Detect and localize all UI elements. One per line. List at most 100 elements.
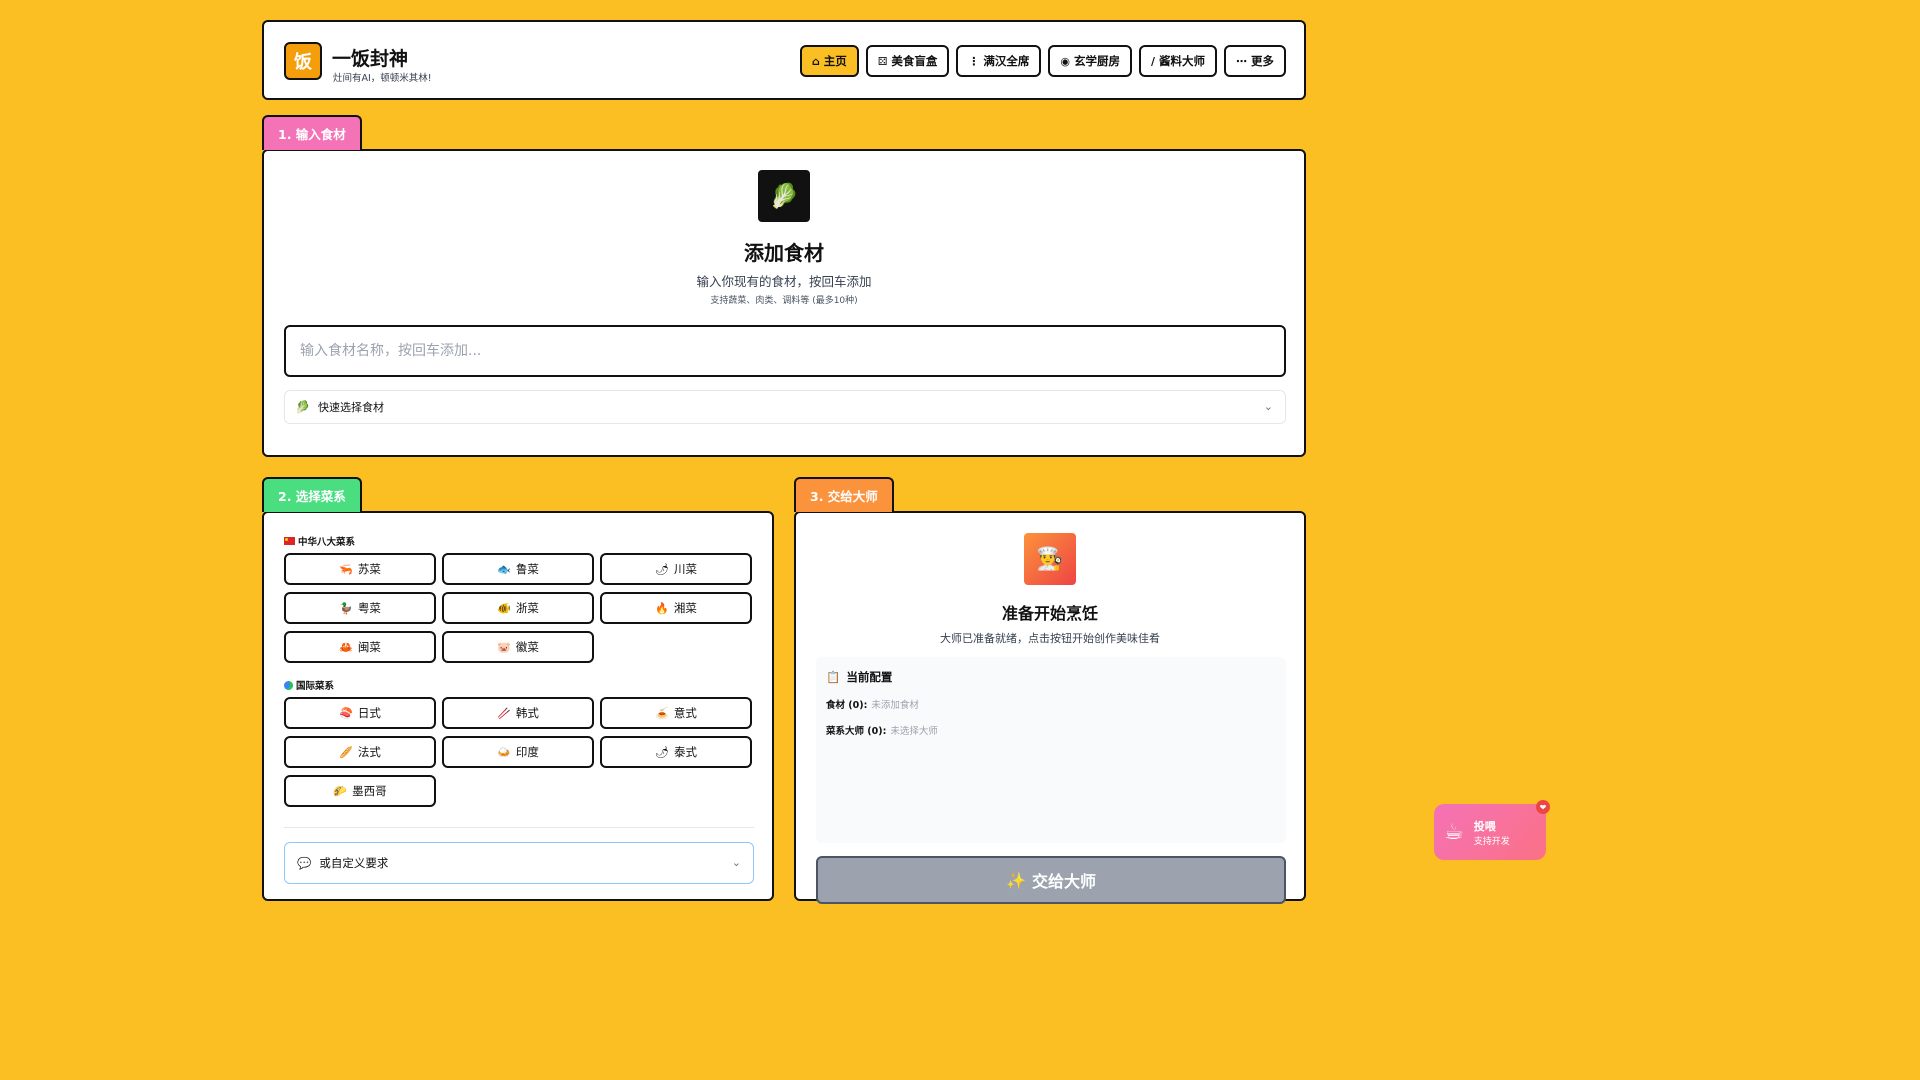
cuisine-label: 闽菜 — [357, 640, 381, 654]
step3-tab: 3. 交给大师 — [794, 477, 894, 512]
baguette-icon: 🥖 — [339, 745, 353, 759]
hand-to-master-button[interactable]: ✨ 交给大师 — [816, 856, 1286, 904]
current-config-box: 📋 当前配置 食材 (0): 未添加食材 菜系大师 (0): 未选择大师 — [816, 657, 1286, 843]
config-masters-value: 未选择大师 — [890, 726, 938, 737]
taco-icon: 🌮 — [333, 784, 348, 798]
duck-icon: 🦆 — [339, 601, 353, 615]
sparkles-icon: ✨ — [1006, 870, 1026, 890]
cuisine-french-button[interactable]: 🥖 法式 — [284, 736, 436, 768]
cuisine-mexican-button[interactable]: 🌮 墨西哥 — [284, 775, 436, 807]
home-icon: ⌂ — [811, 54, 820, 68]
app-logo: 饭 — [284, 42, 322, 80]
cuisine-label: 印度 — [515, 745, 539, 759]
chinese-cuisine-grid: 🦐 苏菜 🐟 鲁菜 🌶 川菜 🦆 粤菜 🐠 浙菜 🔥 湘菜 🦀 闽菜 🐷 徽菜 — [284, 553, 752, 663]
fish-icon: 🐟 — [497, 562, 511, 576]
spoon-icon: ∕ — [1150, 54, 1155, 68]
section-label-text: 中华八大菜系 — [298, 537, 356, 548]
international-cuisine-grid: 🍣 日式 🥢 韩式 🍝 意式 🥖 法式 🍛 印度 🌶 泰式 🌮 墨西哥 — [284, 697, 752, 807]
cooking-title: 准备开始烹饪 — [1001, 604, 1098, 623]
nav-label: 玄学厨房 — [1073, 54, 1120, 68]
cuisine-label: 法式 — [357, 745, 381, 759]
cuisine-label: 徽菜 — [515, 640, 539, 654]
cuisine-japanese-button[interactable]: 🍣 日式 — [284, 697, 436, 729]
hand-to-master-label: 交给大师 — [1031, 872, 1096, 891]
chevron-down-icon: ⌄ — [1263, 400, 1273, 413]
donate-widget[interactable]: ☕ 投喂 支持开发 ❤ — [1434, 800, 1550, 860]
cuisine-lu-button[interactable]: 🐟 鲁菜 — [442, 553, 594, 585]
speech-bubble-icon: 💬 — [297, 856, 312, 870]
nav-label: 美食盲盒 — [891, 54, 938, 68]
custom-requirement-select[interactable]: 💬 或自定义要求 ⌄ — [284, 842, 754, 884]
chevron-down-icon: ⌄ — [731, 856, 741, 869]
lettuce-icon: 🥬 — [295, 400, 310, 414]
cuisine-su-button[interactable]: 🦐 苏菜 — [284, 553, 436, 585]
cuisine-zhe-button[interactable]: 🐠 浙菜 — [442, 592, 594, 624]
nav-label: 满汉全席 — [983, 54, 1030, 68]
donate-subtitle: 支持开发 — [1473, 836, 1510, 847]
ingredients-subtitle: 输入你现有的食材，按回车添加 — [696, 274, 872, 289]
nav-label: 酱料大师 — [1159, 54, 1205, 68]
nav-mystic-kitchen-button[interactable]: ◉ 玄学厨房 — [1048, 45, 1132, 77]
crystal-ball-icon: ◉ — [1060, 54, 1070, 68]
cuisine-label: 鲁菜 — [515, 562, 539, 576]
main-nav: ⌂ 主页 ⚄ 美食盲盒 ⋮ 满汉全席 ◉ 玄学厨房 ∕ 酱料大师 ⋯ 更多 — [799, 45, 1286, 77]
nav-more-button[interactable]: ⋯ 更多 — [1224, 45, 1286, 77]
clipboard-icon: 📋 — [826, 670, 841, 684]
cuisine-hui-button[interactable]: 🐷 徽菜 — [442, 631, 594, 663]
config-title-text: 当前配置 — [846, 670, 893, 684]
cuisine-label: 意式 — [673, 706, 697, 720]
ingredients-panel: 🥬 添加食材 输入你现有的食材，按回车添加 支持蔬菜、肉类、调料等 (最多10种… — [262, 149, 1306, 457]
china-flag-icon — [284, 537, 295, 545]
nav-feast-button[interactable]: ⋮ 满汉全席 — [956, 45, 1042, 77]
curry-icon: 🍛 — [497, 745, 511, 759]
cuisine-chuan-button[interactable]: 🌶 川菜 — [600, 553, 752, 585]
ingredients-hint: 支持蔬菜、肉类、调料等 (最多10种) — [710, 296, 858, 306]
heart-icon: ❤ — [1536, 800, 1550, 814]
custom-requirement-label: 或自定义要求 — [319, 856, 389, 870]
app-title: 一饭封神 — [332, 48, 409, 70]
cuisine-label: 川菜 — [673, 562, 697, 576]
nav-blindbox-button[interactable]: ⚄ 美食盲盒 — [865, 45, 950, 77]
nav-label: 主页 — [823, 54, 847, 68]
nav-home-button[interactable]: ⌂ 主页 — [799, 45, 859, 77]
cuisine-label: 泰式 — [673, 745, 697, 759]
crab-icon: 🦀 — [339, 640, 353, 654]
pig-icon: 🐷 — [497, 640, 511, 654]
ingredient-input[interactable] — [284, 325, 1286, 377]
cooking-subtitle: 大师已准备就绪，点击按钮开始创作美味佳肴 — [940, 632, 1160, 645]
config-masters-label: 菜系大师 (0): — [826, 726, 887, 737]
quick-select-label: 快速选择食材 — [317, 401, 384, 414]
app-subtitle: 灶间有AI，顿顿米其林! — [333, 73, 432, 84]
cuisine-label: 韩式 — [515, 706, 539, 720]
cuisine-min-button[interactable]: 🦀 闽菜 — [284, 631, 436, 663]
quick-select-ingredients[interactable]: 🥬 快速选择食材 ⌄ — [284, 390, 1286, 424]
cuisine-italian-button[interactable]: 🍝 意式 — [600, 697, 752, 729]
fire-icon: 🔥 — [655, 601, 669, 615]
cuisine-label: 墨西哥 — [352, 784, 387, 798]
international-cuisines-heading: 国际菜系 — [284, 678, 334, 692]
section-label-text: 国际菜系 — [296, 681, 335, 692]
config-ingredients-label: 食材 (0): — [826, 700, 868, 711]
cuisine-label: 日式 — [357, 706, 381, 720]
cuisine-xiang-button[interactable]: 🔥 湘菜 — [600, 592, 752, 624]
config-masters-row: 菜系大师 (0): 未选择大师 — [826, 723, 938, 737]
donate-title: 投喂 — [1473, 819, 1496, 833]
cuisine-yue-button[interactable]: 🦆 粤菜 — [284, 592, 436, 624]
utensils-icon: ⋮ — [968, 54, 980, 68]
lettuce-icon: 🥬 — [758, 170, 810, 222]
more-icon: ⋯ — [1236, 54, 1247, 68]
master-panel: 👨‍🍳 准备开始烹饪 大师已准备就绪，点击按钮开始创作美味佳肴 📋 当前配置 食… — [794, 511, 1306, 904]
cuisine-label: 浙菜 — [515, 601, 539, 615]
cuisine-korean-button[interactable]: 🥢 韩式 — [442, 697, 594, 729]
cuisine-indian-button[interactable]: 🍛 印度 — [442, 736, 594, 768]
chili-icon: 🌶 — [655, 745, 669, 759]
pasta-icon: 🍝 — [655, 706, 669, 720]
nav-sauce-master-button[interactable]: ∕ 酱料大师 — [1138, 45, 1217, 77]
donate-text: 投喂 支持开发 — [1474, 818, 1510, 847]
ingredients-title: 添加食材 — [744, 241, 824, 265]
chinese-cuisines-heading: 中华八大菜系 — [284, 534, 355, 548]
cuisine-thai-button[interactable]: 🌶 泰式 — [600, 736, 752, 768]
cuisine-label: 粤菜 — [357, 601, 381, 615]
chopsticks-icon: 🥢 — [497, 706, 511, 720]
section-divider — [284, 827, 754, 828]
